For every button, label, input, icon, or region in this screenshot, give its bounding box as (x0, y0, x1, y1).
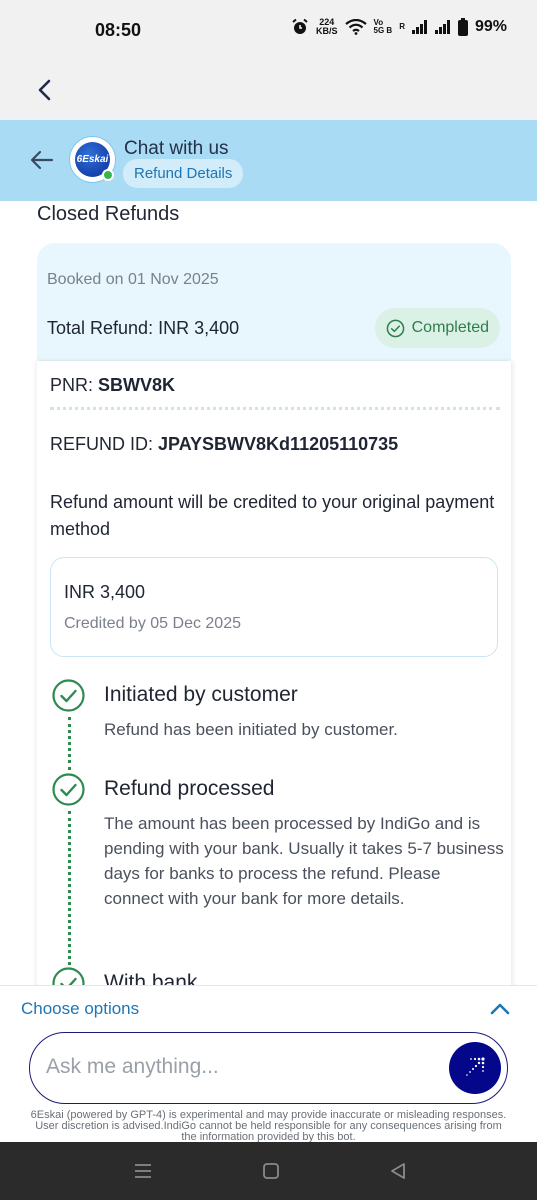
volte-bottom: 5G B (373, 26, 393, 35)
volte-indicator: Vo 5G B (374, 19, 393, 35)
battery-percent: 99% (474, 18, 507, 35)
step-description: The amount has been processed by IndiGo … (104, 814, 504, 908)
credit-note: Refund amount will be credited to your o… (50, 492, 495, 539)
online-status-dot (102, 169, 114, 181)
refund-amount-box: INR 3,400 Credited by 05 Dec 2025 (50, 557, 498, 657)
net-speed-unit: KB/S (316, 26, 338, 36)
signal-icon-2 (434, 20, 450, 34)
check-circle-icon (386, 319, 404, 337)
back-chevron-icon[interactable] (32, 76, 60, 104)
home-icon[interactable] (261, 1161, 281, 1181)
message-input[interactable] (46, 1047, 436, 1087)
refund-id-label: REFUND ID: (50, 434, 153, 454)
chevron-up-icon[interactable] (489, 1000, 511, 1018)
refund-details-chip[interactable]: Refund Details (123, 159, 244, 188)
system-nav-bar (0, 1142, 537, 1200)
battery-icon (457, 18, 468, 36)
top-nav (0, 62, 537, 120)
step-title: With bank (104, 971, 198, 985)
wifi-icon (344, 19, 367, 35)
pnr-value: SBWV8K (98, 375, 176, 395)
net-speed: 224 KB/S (316, 18, 338, 36)
pnr-label: PNR: (50, 375, 94, 395)
alarm-icon (292, 18, 308, 34)
divider (50, 407, 500, 410)
credited-by-date: Credited by 05 Dec 2025 (64, 615, 241, 632)
choose-options-bar[interactable]: Choose options (0, 985, 537, 1031)
bot-avatar: 6Eskai (70, 137, 115, 182)
disclaimer-text: 6Eskai (powered by GPT-4) is experimenta… (30, 1110, 507, 1142)
refund-id-value: JPAYSBWV8Kd11205110735 (158, 434, 399, 454)
back-triangle-icon[interactable] (388, 1161, 408, 1181)
step-title: Refund processed (104, 777, 275, 800)
status-badge-label: Completed (411, 319, 489, 336)
step-check-icon (52, 773, 85, 806)
send-arrow-icon (466, 1057, 485, 1076)
chat-content[interactable]: Closed Refunds Booked on 01 Nov 2025 Tot… (0, 201, 537, 985)
choose-options-label: Choose options (21, 999, 140, 1018)
section-title: Closed Refunds (37, 203, 180, 225)
refund-card-body: PNR: SBWV8K REFUND ID: JPAYSBWV8Kd112051… (37, 361, 511, 985)
step-check-icon (52, 967, 85, 985)
roaming-indicator: R (399, 22, 405, 31)
status-icons: 224 KB/S Vo 5G B R 99% (291, 18, 507, 36)
menu-icon[interactable] (133, 1161, 153, 1181)
step-description: Refund has been initiated by customer. (104, 720, 398, 739)
back-arrow-icon[interactable] (28, 146, 56, 174)
message-input-wrapper (29, 1032, 508, 1104)
refund-amount: INR 3,400 (64, 582, 146, 602)
timeline-connector (68, 811, 71, 965)
chat-title: Chat with us (124, 138, 229, 159)
signal-icon-1 (411, 20, 427, 34)
refund-id-row: REFUND ID: JPAYSBWV8Kd11205110735 (50, 434, 398, 455)
step-check-icon (52, 679, 85, 712)
status-time: 08:50 (95, 20, 142, 40)
pnr-row: PNR: SBWV8K (50, 375, 175, 396)
timeline-connector (68, 717, 71, 770)
booked-on-text: Booked on 01 Nov 2025 (47, 271, 219, 288)
total-refund-text: Total Refund: INR 3,400 (47, 318, 240, 338)
status-badge: Completed (374, 308, 500, 348)
send-button[interactable] (449, 1042, 501, 1094)
step-title: Initiated by customer (104, 683, 298, 706)
status-bar: 08:50 224 KB/S Vo 5G B R 99% (0, 0, 537, 62)
chat-header: 6Eskai Chat with us Refund Details (0, 120, 537, 201)
refund-card-header: Booked on 01 Nov 2025 Total Refund: INR … (37, 243, 511, 361)
